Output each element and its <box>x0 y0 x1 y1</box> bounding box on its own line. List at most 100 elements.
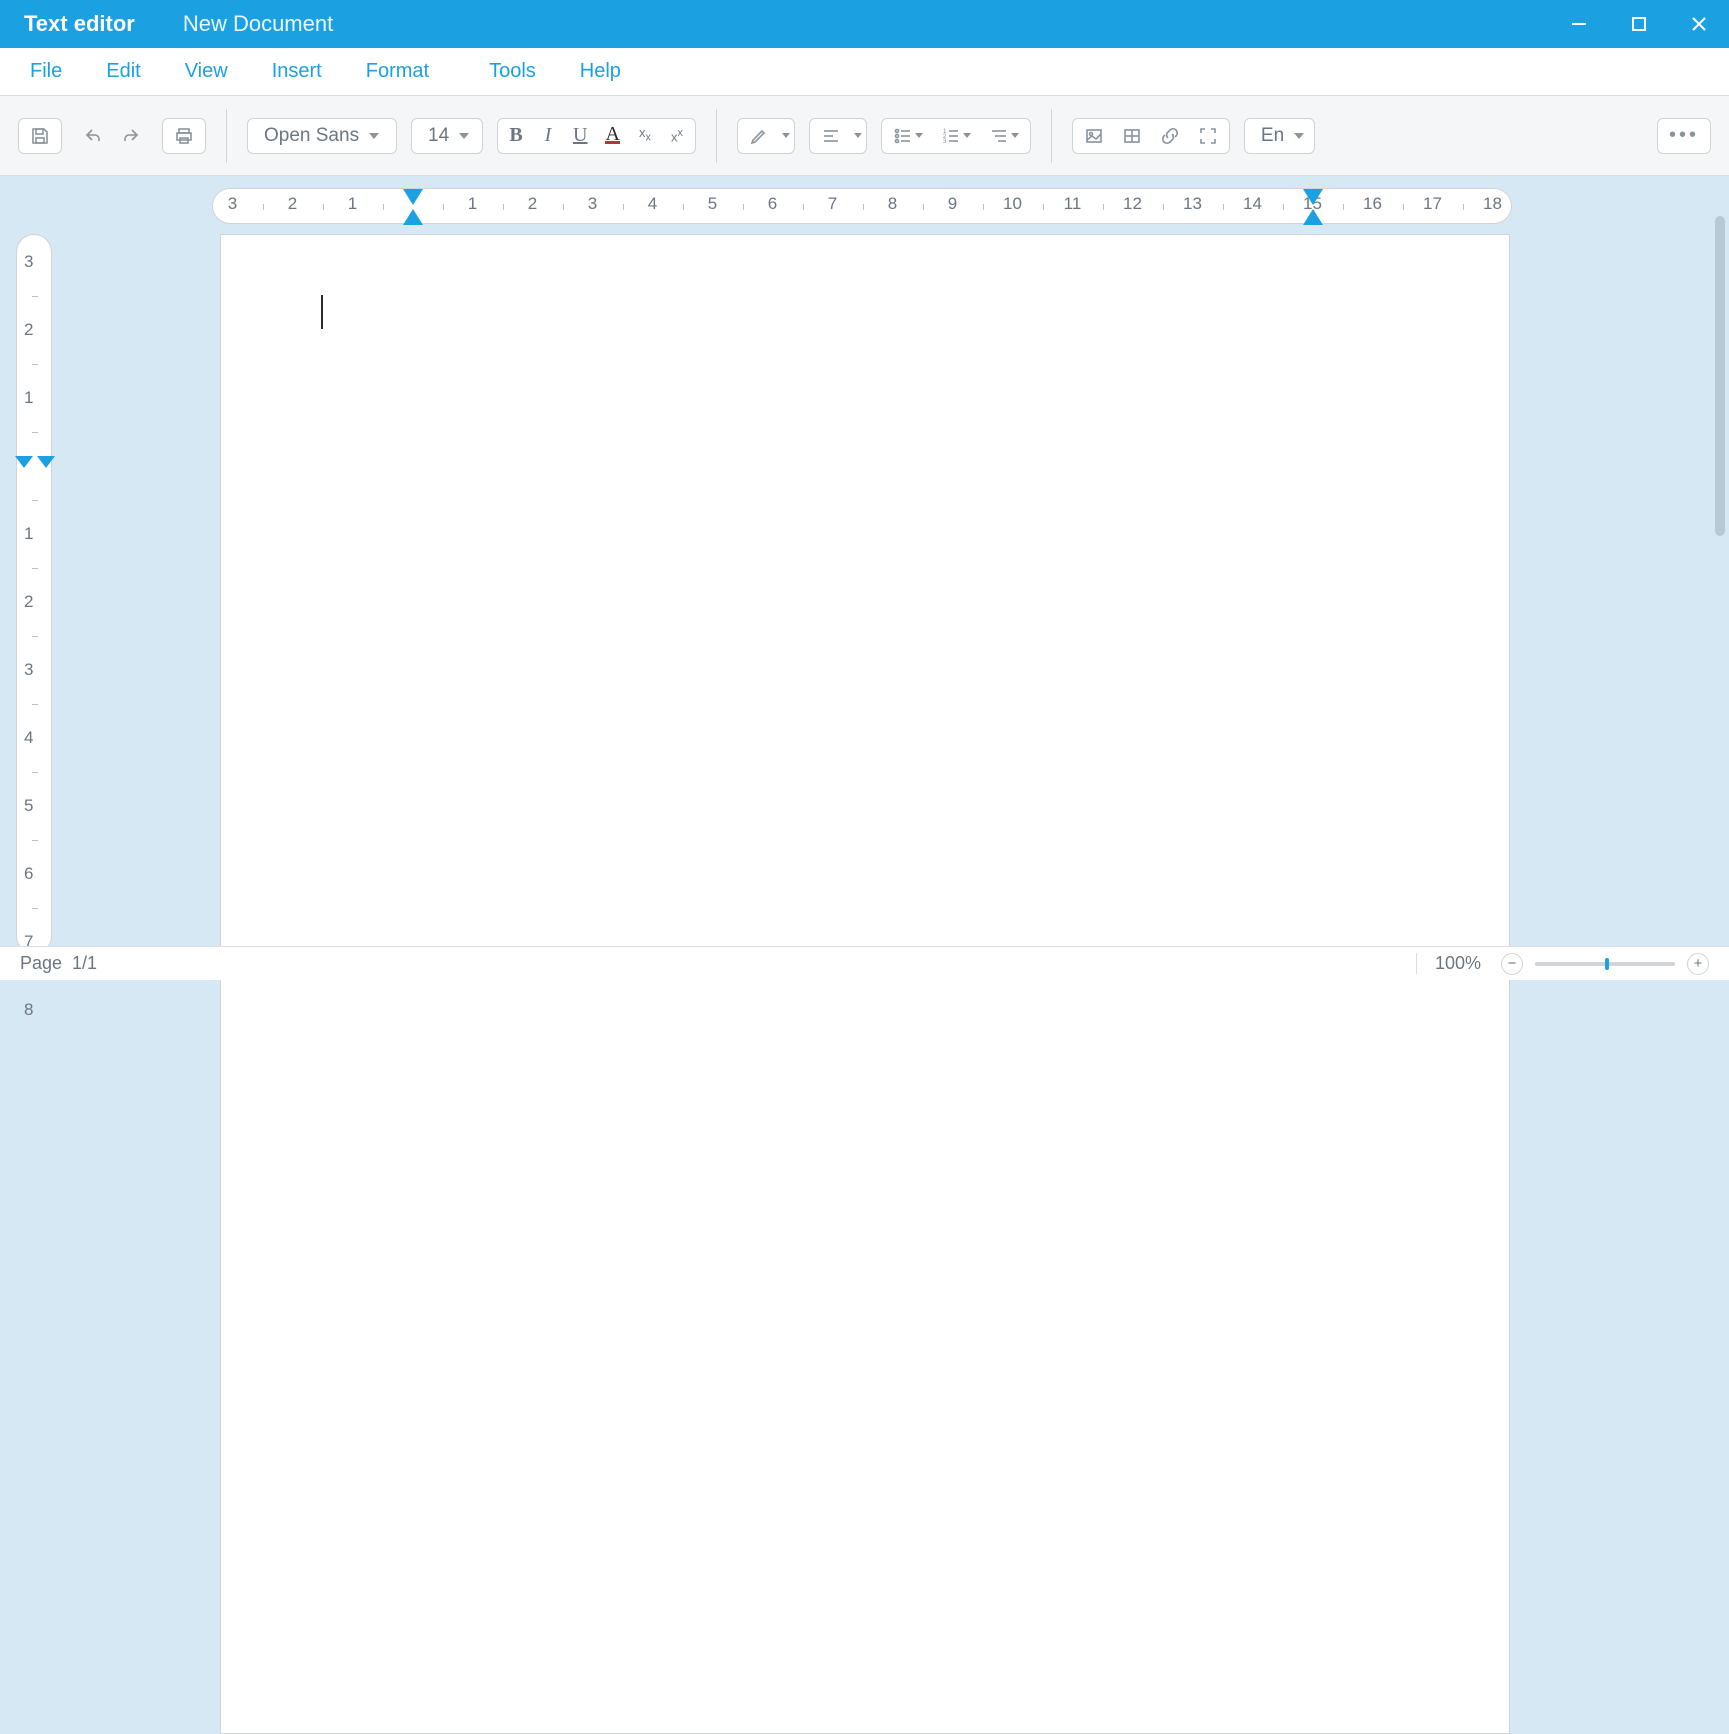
ruler-number: 12 <box>1123 194 1142 214</box>
more-options-button[interactable]: ••• <box>1662 118 1706 154</box>
ruler-number: 1 <box>24 388 33 408</box>
zoom-slider-knob[interactable] <box>1605 958 1609 970</box>
bulleted-list-icon <box>893 126 913 146</box>
align-button[interactable] <box>814 118 848 154</box>
more-group: ••• <box>1657 118 1711 154</box>
ruler-indent-top-marker[interactable] <box>1303 187 1323 207</box>
fullscreen-button[interactable] <box>1191 118 1225 154</box>
menu-edit[interactable]: Edit <box>86 50 160 93</box>
chevron-down-icon <box>963 133 971 138</box>
print-icon <box>174 126 194 146</box>
chevron-down-icon <box>1011 133 1019 138</box>
highlight-color-button[interactable] <box>742 118 776 154</box>
app-name: Text editor <box>24 11 135 37</box>
bold-button[interactable]: B <box>502 118 530 154</box>
undo-icon <box>83 126 103 146</box>
menu-file[interactable]: File <box>10 50 82 93</box>
menu-tools[interactable]: Tools <box>469 50 556 93</box>
vertical-scrollbar[interactable] <box>1715 196 1725 926</box>
undo-button[interactable] <box>76 118 110 154</box>
numbered-list-button[interactable]: 123 <box>934 118 978 154</box>
menu-view[interactable]: View <box>165 50 248 93</box>
ruler-number: 2 <box>24 592 33 612</box>
titlebar: Text editor New Document <box>0 0 1729 48</box>
chevron-down-icon <box>854 133 862 138</box>
save-group <box>18 118 62 154</box>
ruler-number: 3 <box>24 660 33 680</box>
ruler-number: 3 <box>24 252 33 272</box>
ruler-number: 2 <box>288 194 297 214</box>
font-color-button[interactable]: A <box>598 118 626 154</box>
minimize-button[interactable] <box>1549 0 1609 48</box>
chevron-down-icon <box>915 133 923 138</box>
italic-icon: I <box>545 124 552 147</box>
chevron-down-icon <box>459 133 469 139</box>
font-size-value: 14 <box>428 125 449 147</box>
align-left-icon <box>821 126 841 146</box>
close-button[interactable] <box>1669 0 1729 48</box>
numbered-list-icon: 123 <box>941 126 961 146</box>
zoom-out-button[interactable]: − <box>1501 953 1523 975</box>
ruler-number: 17 <box>1423 194 1442 214</box>
scrollbar-thumb[interactable] <box>1715 216 1725 536</box>
ruler-number: 2 <box>528 194 537 214</box>
toolbar: Open Sans 14 B I U A xx xx <box>0 96 1729 176</box>
toolbar-divider <box>1051 109 1052 163</box>
ruler-number: 1 <box>24 524 33 544</box>
font-family-value: Open Sans <box>264 125 359 147</box>
underline-button[interactable]: U <box>566 118 594 154</box>
menu-help[interactable]: Help <box>560 50 641 93</box>
ruler-number: 5 <box>708 194 717 214</box>
multilevel-list-icon <box>989 126 1009 146</box>
vertical-ruler[interactable]: 32112345678 <box>16 234 52 954</box>
ruler-indent-bottom-marker[interactable] <box>1303 207 1323 227</box>
save-button[interactable] <box>23 118 57 154</box>
italic-button[interactable]: I <box>534 118 562 154</box>
fullscreen-icon <box>1198 126 1218 146</box>
insert-table-button[interactable] <box>1115 118 1149 154</box>
ruler-number: 8 <box>888 194 897 214</box>
redo-button[interactable] <box>114 118 148 154</box>
print-group <box>162 118 206 154</box>
menu-insert[interactable]: Insert <box>252 50 342 93</box>
zoom-slider[interactable] <box>1535 962 1675 966</box>
maximize-button[interactable] <box>1609 0 1669 48</box>
undo-redo-group <box>76 118 148 154</box>
pencil-icon <box>749 126 769 146</box>
menubar: File Edit View Insert Format Tools Help <box>0 48 1729 96</box>
superscript-button[interactable]: xx <box>663 118 691 154</box>
menu-format[interactable]: Format <box>346 50 449 93</box>
ruler-number: 10 <box>1003 194 1022 214</box>
multilevel-list-button[interactable] <box>982 118 1026 154</box>
maximize-icon <box>1629 14 1649 34</box>
font-size-select[interactable]: 14 <box>411 118 483 154</box>
subscript-button[interactable]: xx <box>631 118 659 154</box>
document-page[interactable] <box>220 234 1510 1734</box>
ruler-number: 14 <box>1243 194 1262 214</box>
ruler-number: 3 <box>588 194 597 214</box>
ruler-indent-top-marker[interactable] <box>403 187 423 207</box>
print-button[interactable] <box>167 118 201 154</box>
chevron-down-icon <box>782 133 790 138</box>
ruler-number: 2 <box>24 320 33 340</box>
ruler-top-margin-marker[interactable] <box>15 456 55 476</box>
zoom-in-button[interactable]: + <box>1687 953 1709 975</box>
document-name: New Document <box>183 11 333 37</box>
alignment-group <box>809 118 867 154</box>
superscript-icon: xx <box>671 128 683 142</box>
horizontal-ruler[interactable]: 321123456789101112131415161718 <box>212 188 1512 224</box>
subscript-icon: xx <box>639 128 651 143</box>
highlight-group <box>737 118 795 154</box>
toolbar-divider <box>226 109 227 163</box>
bulleted-list-button[interactable] <box>886 118 930 154</box>
table-icon <box>1122 126 1142 146</box>
insert-link-button[interactable] <box>1153 118 1187 154</box>
ruler-number: 11 <box>1064 194 1082 214</box>
workspace: 321123456789101112131415161718 321123456… <box>0 176 1729 946</box>
font-family-select[interactable]: Open Sans <box>247 118 397 154</box>
insert-image-button[interactable] <box>1077 118 1111 154</box>
language-select[interactable]: En <box>1244 118 1315 154</box>
ruler-indent-bottom-marker[interactable] <box>403 207 423 227</box>
ruler-number: 4 <box>648 194 657 214</box>
chevron-down-icon <box>1294 133 1304 139</box>
